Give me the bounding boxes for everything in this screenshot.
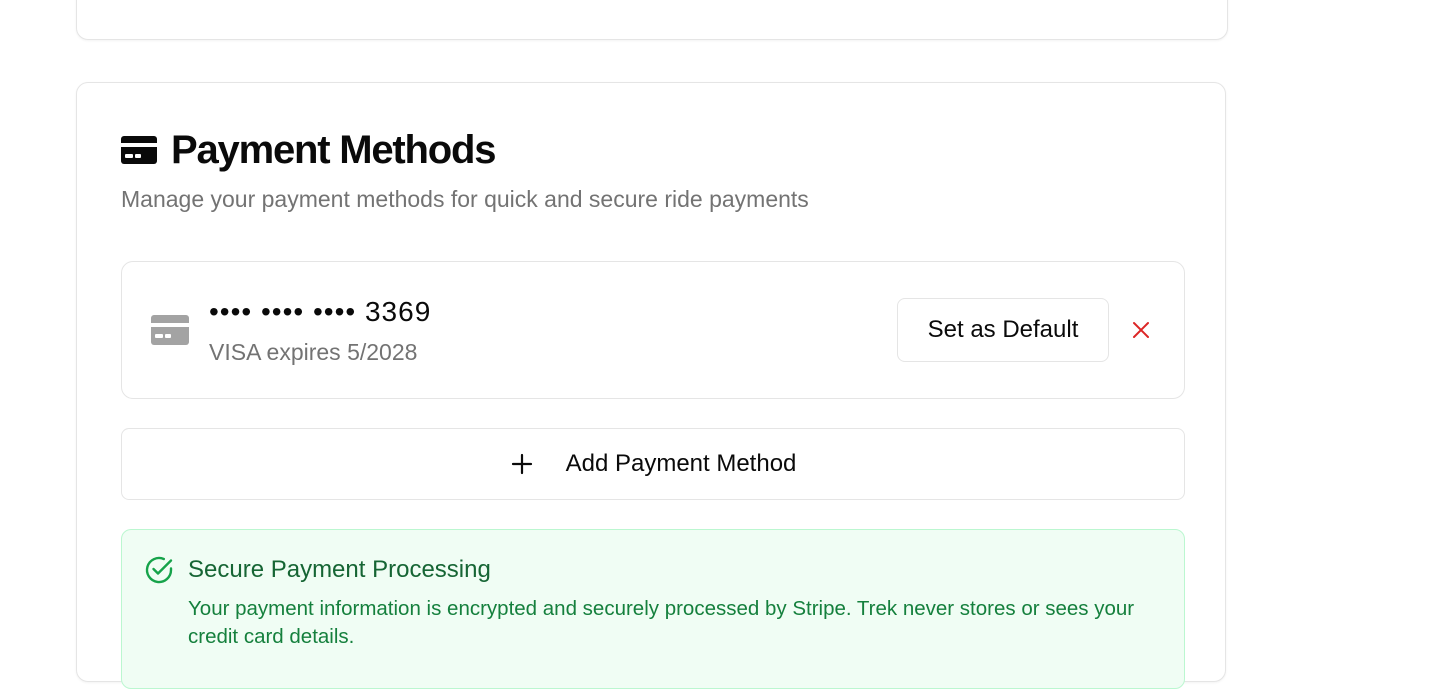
card-details: VISA expires 5/2028 xyxy=(209,339,418,365)
section-subtitle: Manage your payment methods for quick an… xyxy=(121,186,809,212)
plus-icon xyxy=(510,452,534,476)
payment-method-item: •••• •••• •••• 3369 VISA expires 5/2028 … xyxy=(121,261,1185,399)
payment-methods-card: Payment Methods Manage your payment meth… xyxy=(76,82,1226,689)
secure-notice-title: Secure Payment Processing xyxy=(188,556,491,583)
set-default-button[interactable]: Set as Default xyxy=(897,298,1109,362)
secure-notice-text: Your payment information is encrypted an… xyxy=(188,597,1135,648)
close-icon xyxy=(1133,322,1149,338)
add-payment-method-button[interactable]: Add Payment Method xyxy=(121,428,1185,500)
add-payment-method-label: Add Payment Method xyxy=(565,450,797,477)
remove-payment-method-button[interactable] xyxy=(1126,315,1156,345)
section-header: Payment Methods xyxy=(121,127,496,173)
card-masked-number: •••• •••• •••• 3369 xyxy=(209,296,432,327)
secure-payment-notice: Secure Payment Processing Your payment i… xyxy=(121,529,1185,689)
credit-card-icon xyxy=(151,315,189,345)
check-circle-icon xyxy=(144,555,174,585)
section-title: Payment Methods xyxy=(171,128,496,172)
credit-card-icon xyxy=(121,136,157,164)
previous-section-card xyxy=(76,0,1228,40)
